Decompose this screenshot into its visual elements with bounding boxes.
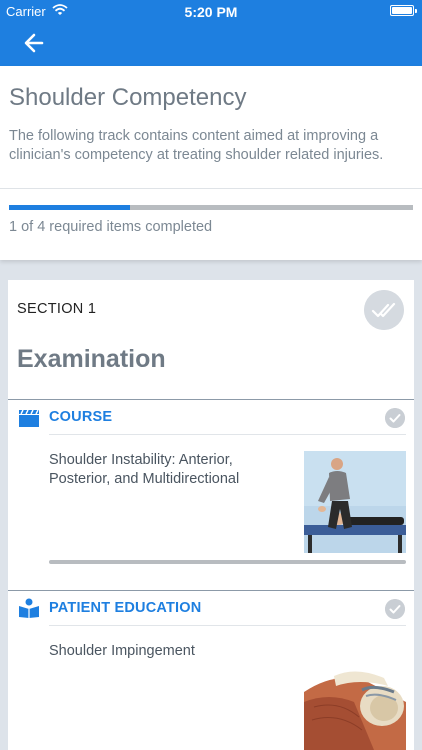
divider — [0, 188, 422, 189]
track-progress-bar — [9, 205, 413, 210]
progress-text: 1 of 4 required items completed — [9, 219, 213, 235]
clinician-examining-patient-photo — [304, 451, 406, 553]
item-progress-bar — [49, 560, 406, 564]
section-label: SECTION 1 — [17, 301, 97, 317]
divider — [8, 399, 414, 400]
double-check-icon[interactable] — [364, 290, 404, 330]
section-title: Examination — [17, 345, 166, 373]
reader-book-icon — [19, 598, 39, 618]
check-icon[interactable] — [385, 408, 405, 428]
app-header: Carrier 5:20 PM — [0, 0, 422, 66]
item-type-label: COURSE — [49, 409, 113, 425]
divider — [8, 590, 414, 591]
shoulder-anatomy-illustration — [304, 662, 406, 750]
track-progress-fill — [9, 205, 131, 210]
status-time: 5:20 PM — [184, 4, 238, 20]
back-arrow-icon[interactable] — [20, 29, 50, 57]
track-summary: Shoulder Competency The following track … — [0, 66, 422, 260]
clapperboard-icon — [19, 409, 39, 427]
section-card: SECTION 1 Examination COURSE Shoulder In… — [8, 280, 414, 750]
item-type-label: PATIENT EDUCATION — [49, 600, 202, 616]
divider — [49, 625, 406, 626]
track-description: The following track contains content aim… — [9, 128, 384, 163]
divider — [49, 434, 406, 435]
battery-icon — [390, 5, 417, 16]
status-bar: Carrier 5:20 PM — [0, 0, 422, 22]
item-title: Shoulder Instability: Anterior, Posterio… — [49, 452, 240, 487]
page-title: Shoulder Competency — [9, 84, 247, 111]
item-title: Shoulder Impingement — [49, 643, 195, 659]
check-icon[interactable] — [385, 599, 405, 619]
